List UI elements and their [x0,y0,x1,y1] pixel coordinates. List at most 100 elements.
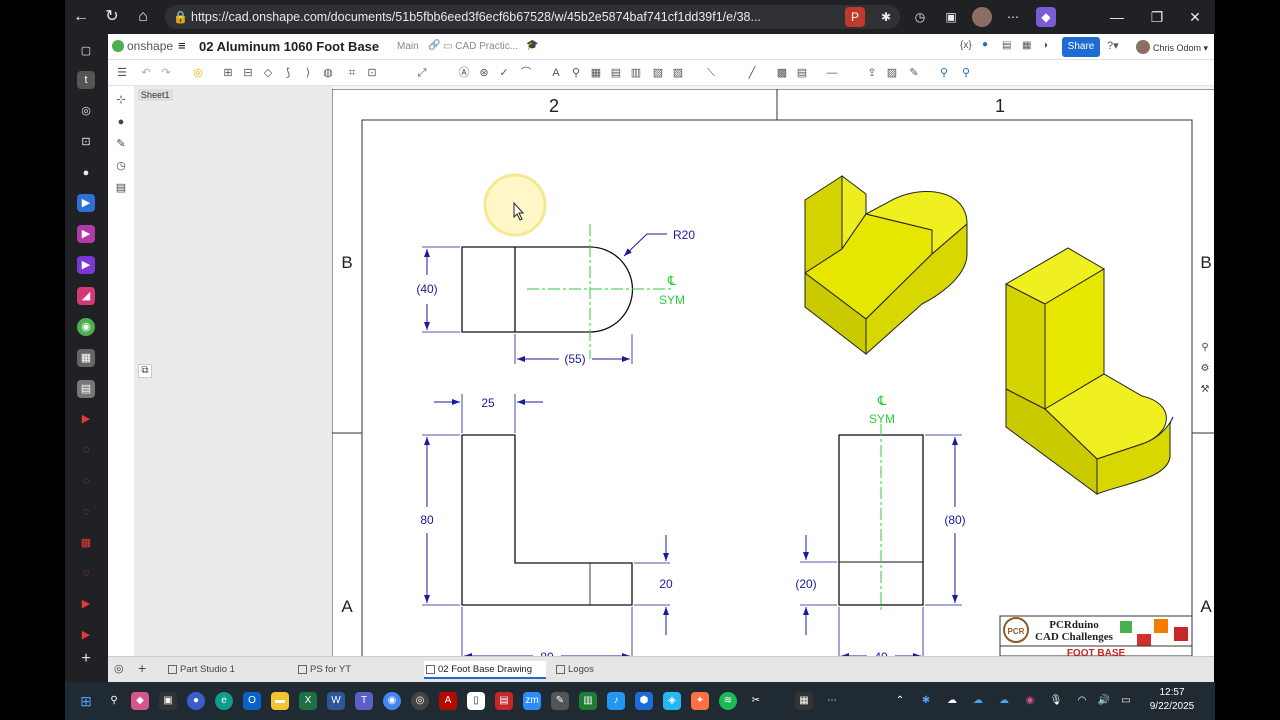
insert-view-icon[interactable]: ⊞ [220,65,236,81]
screenshot-icon[interactable]: ▣ [941,7,961,27]
export-icon[interactable]: ⇪ [864,65,880,81]
width-dimension[interactable]: (40) [416,282,437,296]
app-icon[interactable]: ◌ [77,564,95,582]
notifications-icon[interactable]: ● [982,39,988,50]
length-dimension[interactable]: (55) [564,352,585,366]
acrobat-icon[interactable]: A [439,692,457,710]
app-icon[interactable]: ♪ [607,692,625,710]
foot-height-dimension[interactable]: 20 [659,577,673,591]
layers-icon[interactable]: ⊹ [113,92,129,108]
weld-table-icon[interactable]: ▨ [670,65,686,81]
youtube-icon[interactable]: ▶ [77,595,95,613]
view-icon[interactable]: ⚲ [1198,342,1212,356]
height-dimension[interactable]: 80 [420,513,434,527]
add-tab-icon[interactable]: + [138,660,146,676]
line-style-icon[interactable]: ⟍ [703,65,719,81]
onshape-icon[interactable]: ◉ [77,318,95,336]
grid-icon[interactable]: ▦ [1022,40,1031,51]
chevron-up-icon[interactable]: ⌃ [891,692,909,710]
clock[interactable]: 12:57 9/22/2025 [1137,686,1207,714]
zoom-fit-icon[interactable]: ⚲ [936,65,952,81]
line-weight-icon[interactable]: — [824,65,840,81]
cloud-icon[interactable]: ☁ [943,692,961,710]
note-icon[interactable]: Ⓐ [456,65,472,81]
tab-part-studio[interactable]: Part Studio 1 [166,661,290,679]
app-icon[interactable]: ◈ [663,692,681,710]
app-icon[interactable]: t [77,71,95,89]
feature-list-icon[interactable]: ☰ [114,65,130,81]
spotify-icon[interactable]: ≋ [719,692,737,710]
youtube-icon[interactable]: ▶ [77,410,95,428]
tab-icon[interactable]: ▢ [77,42,95,60]
app-icon[interactable]: ▣ [159,692,177,710]
home-icon[interactable]: ⌂ [133,7,153,27]
tab-manager-icon[interactable]: ◎ [114,662,124,675]
hole-table-icon[interactable]: ▥ [628,65,644,81]
app-icon[interactable]: ✂ [747,692,765,710]
copilot-icon[interactable]: ◆ [131,692,149,710]
crop-icon[interactable]: ⊡ [364,65,380,81]
close-icon[interactable]: ✕ [1183,7,1207,27]
add-icon[interactable]: + [77,650,95,668]
extension-icon[interactable]: P [845,7,865,27]
bom-icon[interactable]: ▤ [608,65,624,81]
comments-icon[interactable]: ● [113,114,129,130]
link-icon[interactable]: 🔗 [428,40,440,51]
chrome-icon[interactable]: ◉ [383,692,401,710]
onedrive-icon[interactable]: ☁ [995,692,1013,710]
app-icon[interactable]: ⬢ [635,692,653,710]
file-explorer-icon[interactable]: ▬ [271,692,289,710]
app-icon[interactable]: ▦ [795,692,813,710]
redo-icon[interactable]: ↷ [158,65,174,81]
share-button[interactable]: Share [1062,37,1100,57]
dimension-icon[interactable]: ⤢ [414,65,430,81]
code-icon[interactable]: {x} [960,40,972,51]
text-icon[interactable]: A [548,65,564,81]
edge-icon[interactable]: e [215,692,233,710]
app-icon[interactable]: ▶ [77,626,95,644]
aux-view-icon[interactable]: ◇ [260,65,276,81]
zoom-icon[interactable]: zm [523,692,541,710]
radius-dimension[interactable]: R20 [673,228,695,242]
fill-icon[interactable]: ▩ [774,65,790,81]
wrench-icon[interactable]: ⚒ [1198,384,1212,398]
app-icon[interactable]: ◎ [411,692,429,710]
top-width-dimension[interactable]: 25 [481,396,495,410]
globe-icon[interactable]: ◎ [77,102,95,120]
list-icon[interactable]: ▤ [113,180,129,196]
windows-start-icon[interactable]: ⊞ [77,692,95,710]
onshape-logo[interactable]: onshape [112,39,173,53]
back-icon[interactable]: ← [71,7,91,27]
list-icon[interactable]: ▤ [1002,40,1011,51]
section-view-icon[interactable]: ⟆ [280,65,296,81]
edit-icon[interactable]: ✎ [113,136,129,152]
reload-icon[interactable]: ↻ [102,7,122,27]
teams-icon[interactable]: T [355,692,373,710]
broken-view-icon[interactable]: ⟩ [300,65,316,81]
filter-icon[interactable]: ⚙ [1198,363,1212,377]
sheet-item[interactable]: Sheet1 [138,89,173,101]
user-menu[interactable]: Chris Odom ▾ [1136,40,1208,54]
crop-view-icon[interactable]: ⌗ [344,65,360,81]
branch-label[interactable]: Main [397,41,419,52]
history-icon[interactable]: ◷ [910,7,930,27]
more-icon[interactable]: ⋯ [1003,7,1023,27]
bluetooth-icon[interactable]: ✱ [917,692,935,710]
zoom-icon[interactable]: ⚲ [958,65,974,81]
profile-icon[interactable] [972,7,992,27]
app-icon[interactable]: ◌ [77,503,95,521]
highlight-icon[interactable]: ◎ [190,65,206,81]
pen-icon[interactable]: ✎ [906,65,922,81]
maximize-icon[interactable]: ❐ [1145,7,1169,27]
revision-table-icon[interactable]: ▧ [650,65,666,81]
drawing-canvas[interactable]: 2 1 B B A A ℄ SYM R20 (40) (55) 25 80 20… [331,88,1214,664]
sheet-properties-icon[interactable]: ⧉ [138,364,152,378]
address-bar[interactable]: 🔒 https://cad.onshape.com/documents/51b5… [165,5,900,29]
image-icon[interactable]: ▨ [884,65,900,81]
app-icon[interactable]: ▶ [77,194,95,212]
line-icon[interactable]: ╱ [744,65,760,81]
microphone-icon[interactable]: 🎙 [1047,692,1065,710]
outlook-icon[interactable]: O [243,692,261,710]
app-icon[interactable]: ▤ [495,692,513,710]
undo-icon[interactable]: ↶ [138,65,154,81]
